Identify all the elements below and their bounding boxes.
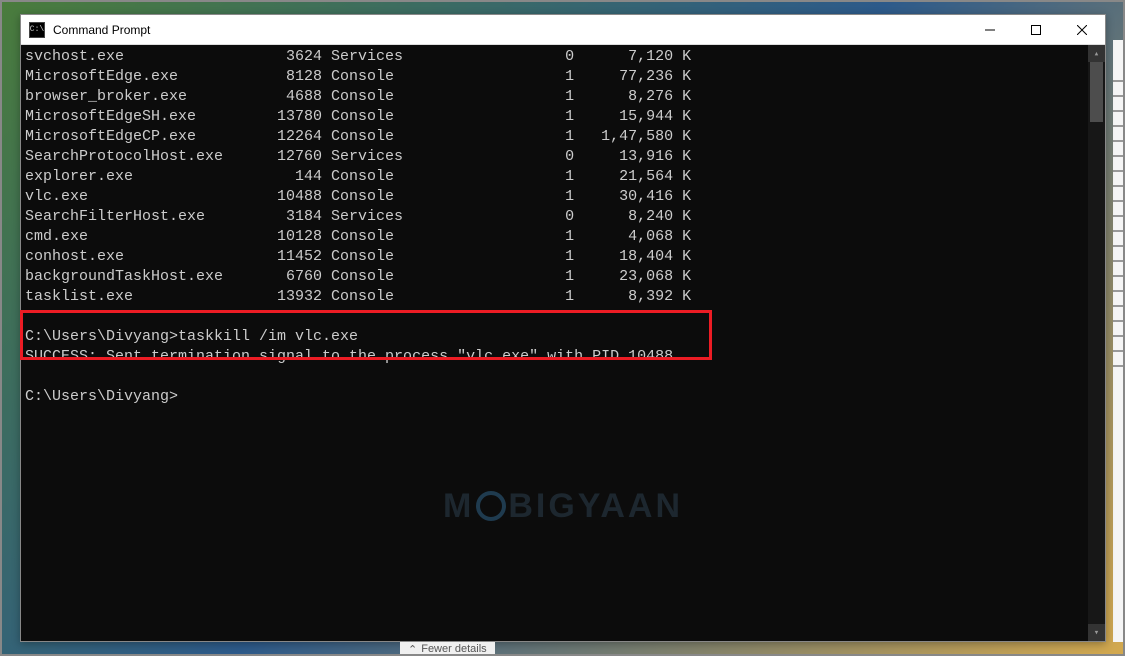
current-prompt[interactable]: C:\Users\Divyang>	[25, 387, 1105, 407]
typed-command: taskkill /im vlc.exe	[178, 328, 358, 345]
scroll-track[interactable]	[1088, 62, 1105, 624]
titlebar[interactable]: C:\ Command Prompt	[21, 15, 1105, 45]
process-row: SearchProtocolHost.exe 12760 Services 0 …	[25, 147, 1105, 167]
window-title: Command Prompt	[53, 23, 967, 37]
vertical-scrollbar[interactable]: ▴ ▾	[1088, 45, 1105, 641]
process-row: MicrosoftEdgeCP.exe 12264 Console 1 1,47…	[25, 127, 1105, 147]
maximize-button[interactable]	[1013, 15, 1059, 45]
process-row: browser_broker.exe 4688 Console 1 8,276 …	[25, 87, 1105, 107]
chevron-up-icon: ⌃	[408, 643, 417, 656]
minimize-button[interactable]	[967, 15, 1013, 45]
process-row: conhost.exe 11452 Console 1 18,404 K	[25, 247, 1105, 267]
result-line: SUCCESS: Sent termination signal to the …	[25, 347, 1105, 367]
process-row: tasklist.exe 13932 Console 1 8,392 K	[25, 287, 1105, 307]
process-row: cmd.exe 10128 Console 1 4,068 K	[25, 227, 1105, 247]
close-button[interactable]	[1059, 15, 1105, 45]
fewer-details-label: ⌃ Fewer details	[400, 642, 495, 656]
process-row: backgroundTaskHost.exe 6760 Console 1 23…	[25, 267, 1105, 287]
scroll-thumb[interactable]	[1090, 62, 1103, 122]
process-row: SearchFilterHost.exe 3184 Services 0 8,2…	[25, 207, 1105, 227]
window-controls	[967, 15, 1105, 45]
cmd-icon: C:\	[29, 22, 45, 38]
process-row: svchost.exe 3624 Services 0 7,120 K	[25, 47, 1105, 67]
command-line: C:\Users\Divyang>taskkill /im vlc.exe	[25, 327, 1105, 347]
prompt: C:\Users\Divyang>	[25, 328, 178, 345]
scroll-down-button[interactable]: ▾	[1088, 624, 1105, 641]
command-prompt-window: C:\ Command Prompt svchost.exe 3624 Serv…	[20, 14, 1106, 642]
process-row: explorer.exe 144 Console 1 21,564 K	[25, 167, 1105, 187]
process-row: vlc.exe 10488 Console 1 30,416 K	[25, 187, 1105, 207]
terminal-output[interactable]: svchost.exe 3624 Services 0 7,120 KMicro…	[21, 45, 1105, 641]
process-row: MicrosoftEdge.exe 8128 Console 1 77,236 …	[25, 67, 1105, 87]
blank-line	[25, 307, 1105, 327]
background-panel-strip	[1113, 40, 1125, 642]
watermark-logo: M BIGYAAN	[443, 491, 683, 521]
blank-line	[25, 367, 1105, 387]
scroll-up-button[interactable]: ▴	[1088, 45, 1105, 62]
process-row: MicrosoftEdgeSH.exe 13780 Console 1 15,9…	[25, 107, 1105, 127]
watermark-circle-icon	[476, 491, 506, 521]
